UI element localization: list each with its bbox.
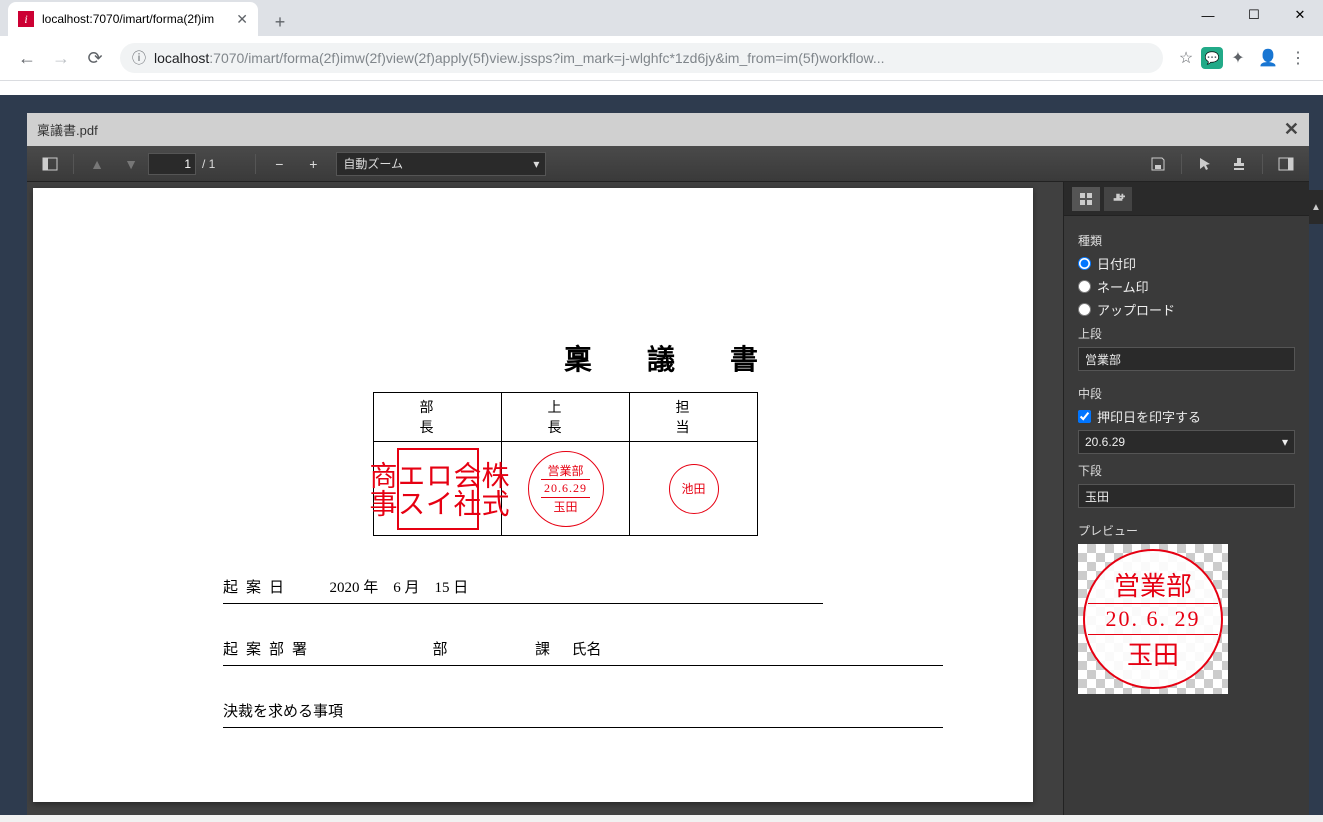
site-info-icon[interactable]: ⓘ <box>132 48 146 68</box>
profile-avatar[interactable]: 👤 <box>1253 43 1283 73</box>
minimize-button[interactable]: ― <box>1185 0 1231 30</box>
reload-button[interactable]: ⟳ <box>78 41 112 75</box>
address-bar: ← → ⟳ ⓘ localhost :7070/imart/forma(2f)i… <box>0 36 1323 81</box>
preview-stamp-image: 営業部 20. 6. 29 玉田 <box>1083 549 1223 689</box>
bookmark-star-icon[interactable]: ☆ <box>1171 43 1201 73</box>
scroll-up-arrow[interactable]: ▲ <box>1309 190 1323 224</box>
middle-date-select[interactable]: 20.6.29 ▾ <box>1078 430 1295 454</box>
maximize-button[interactable]: ☐ <box>1231 0 1277 30</box>
horizontal-scrollbar[interactable] <box>0 815 1323 822</box>
window-close-button[interactable]: ✕ <box>1277 0 1323 30</box>
viewer-toolbar: ▲ ▼ / 1 − + 自動ズーム ▾ <box>27 146 1309 182</box>
upper-input[interactable] <box>1078 347 1295 371</box>
document-panel[interactable]: 稟 議 書 部 長 上 長 担 当 株式会社ロイエス商事 営業部 20.6.29 <box>27 182 1063 815</box>
url-path: :7070/imart/forma(2f)imw(2f)view(2f)appl… <box>209 50 884 66</box>
stamp-tool-button[interactable] <box>1224 151 1254 177</box>
zoom-out-button[interactable]: − <box>264 151 294 177</box>
zoom-in-button[interactable]: + <box>298 151 328 177</box>
viewer-filename: 稟議書.pdf <box>37 120 98 139</box>
new-tab-button[interactable]: + <box>266 8 294 36</box>
url-input[interactable]: ⓘ localhost :7070/imart/forma(2f)imw(2f)… <box>120 43 1163 73</box>
extensions-puzzle-icon[interactable]: ✦ <box>1223 43 1253 73</box>
draft-date-row: 起案日 2020 年 6 月 15 日 <box>223 576 823 604</box>
type-label: 種類 <box>1078 232 1295 249</box>
tab-close-icon[interactable]: ✕ <box>236 11 248 28</box>
pdf-viewer: 稟議書.pdf ✕ ▲ ▼ / 1 − + 自動ズーム ▾ <box>27 113 1309 815</box>
upper-label: 上段 <box>1078 325 1295 342</box>
stamp-header-3: 担 当 <box>630 393 758 442</box>
viewer-close-button[interactable]: ✕ <box>1284 119 1299 140</box>
approval-stamp-table: 部 長 上 長 担 当 株式会社ロイエス商事 営業部 20.6.29 玉田 池田 <box>373 392 758 536</box>
stamp-preview: 営業部 20. 6. 29 玉田 <box>1078 544 1228 694</box>
lower-input[interactable] <box>1078 484 1295 508</box>
browser-tab[interactable]: i localhost:7070/imart/forma(2f)im ✕ <box>8 2 258 36</box>
middle-label: 中段 <box>1078 385 1295 402</box>
page-content: ▲ 稟議書.pdf ✕ ▲ ▼ / 1 − + 自動ズーム ▾ <box>0 95 1323 822</box>
radio-date-stamp[interactable]: 日付印 <box>1078 254 1295 273</box>
company-square-stamp: 株式会社ロイエス商事 <box>397 448 479 530</box>
next-page-button[interactable]: ▼ <box>116 151 146 177</box>
browser-menu-icon[interactable]: ⋮ <box>1283 43 1313 73</box>
prev-page-button[interactable]: ▲ <box>82 151 112 177</box>
chevron-down-icon: ▾ <box>1282 435 1288 449</box>
back-button[interactable]: ← <box>10 41 44 75</box>
browser-tabstrip: i localhost:7070/imart/forma(2f)im ✕ + <box>0 0 1323 36</box>
chevron-down-icon: ▾ <box>533 157 539 171</box>
stamp-header-2: 上 長 <box>502 393 630 442</box>
department-row: 起案部署 部 課 氏名 <box>223 638 943 666</box>
decision-row: 決裁を求める事項 <box>223 700 943 728</box>
sidebar-tabs <box>1064 182 1309 216</box>
sidebar-content: 種類 日付印 ネーム印 アップロード 上段 中段 押印日を印字する 20.6.2… <box>1064 216 1309 815</box>
zoom-select[interactable]: 自動ズーム ▾ <box>336 152 546 176</box>
viewer-titlebar: 稟議書.pdf ✕ <box>27 113 1309 146</box>
save-button[interactable] <box>1143 151 1173 177</box>
sidebar-tab-add-user[interactable] <box>1104 187 1132 211</box>
forward-button[interactable]: → <box>44 41 78 75</box>
stamp-settings-sidebar: 種類 日付印 ネーム印 アップロード 上段 中段 押印日を印字する 20.6.2… <box>1063 182 1309 815</box>
zoom-label: 自動ズーム <box>343 155 403 172</box>
pointer-tool-button[interactable] <box>1190 151 1220 177</box>
url-host: localhost <box>154 50 209 66</box>
name-stamp: 池田 <box>669 464 719 514</box>
page-number-input[interactable] <box>148 153 196 175</box>
tab-favicon: i <box>18 11 34 27</box>
date-stamp: 営業部 20.6.29 玉田 <box>528 451 604 527</box>
pdf-page: 稟 議 書 部 長 上 長 担 当 株式会社ロイエス商事 営業部 20.6.29 <box>33 188 1033 802</box>
print-date-checkbox[interactable]: 押印日を印字する <box>1078 407 1295 426</box>
toggle-sidebar-button[interactable] <box>35 151 65 177</box>
toggle-right-panel-button[interactable] <box>1271 151 1301 177</box>
extension-icon[interactable]: 💬 <box>1201 47 1223 69</box>
tab-title: localhost:7070/imart/forma(2f)im <box>42 12 230 26</box>
preview-label: プレビュー <box>1078 522 1295 539</box>
page-total: / 1 <box>202 157 215 171</box>
radio-upload[interactable]: アップロード <box>1078 300 1295 319</box>
document-title: 稟 議 書 <box>383 338 963 378</box>
radio-name-stamp[interactable]: ネーム印 <box>1078 277 1295 296</box>
sidebar-tab-grid[interactable] <box>1072 187 1100 211</box>
stamp-header-1: 部 長 <box>374 393 502 442</box>
lower-label: 下段 <box>1078 462 1295 479</box>
